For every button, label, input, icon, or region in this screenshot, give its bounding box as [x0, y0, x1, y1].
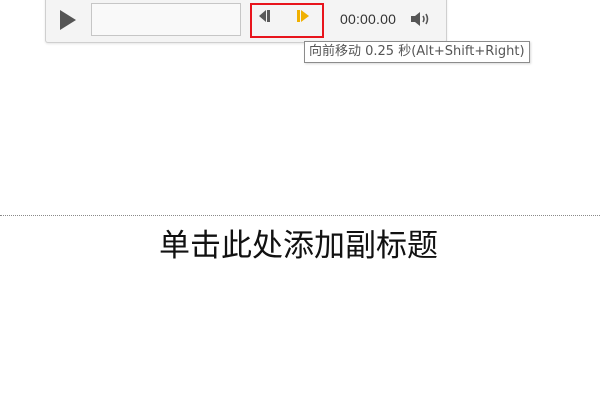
subtitle-placeholder[interactable]: 单击此处添加副标题 — [0, 220, 600, 264]
step-forward-tooltip: 向前移动 0.25 秒(Alt+Shift+Right) — [304, 41, 530, 63]
volume-icon — [411, 12, 429, 26]
play-icon — [60, 10, 76, 30]
play-button[interactable] — [58, 8, 80, 32]
step-forward-button[interactable] — [295, 8, 311, 22]
subtitle-placeholder-text: 单击此处添加副标题 — [159, 228, 438, 264]
time-display: 00:00.00 — [340, 11, 397, 27]
step-back-icon — [259, 10, 270, 22]
volume-button[interactable] — [410, 10, 432, 28]
timeline-track[interactable] — [91, 3, 241, 36]
step-forward-icon — [297, 10, 309, 22]
subtitle-placeholder-border — [0, 215, 600, 216]
step-back-button[interactable] — [257, 8, 273, 22]
slide-canvas: 00:00.00 向前移动 0.25 秒(Alt+Shift+Right) 单击… — [0, 0, 600, 400]
